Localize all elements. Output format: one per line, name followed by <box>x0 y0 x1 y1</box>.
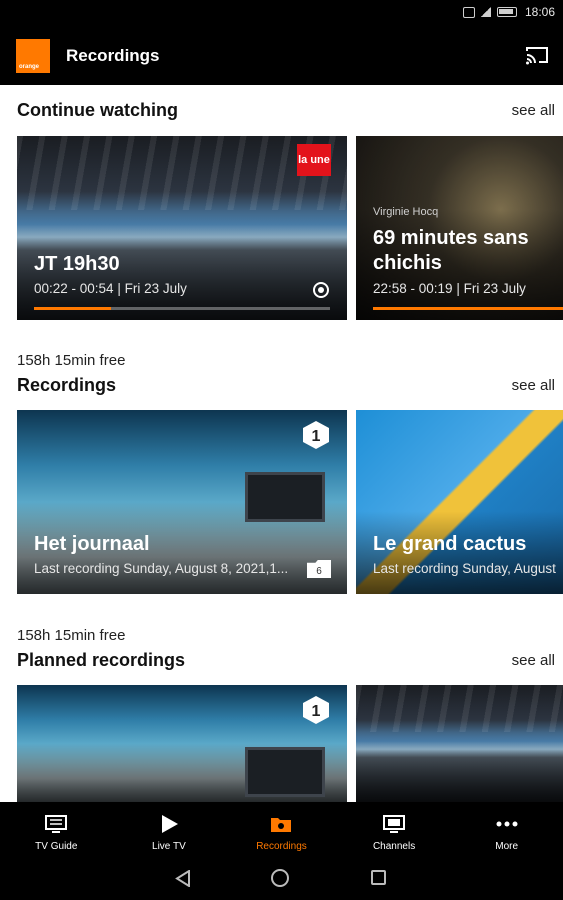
card-title: 69 minutes sans chichis <box>373 227 529 274</box>
app-bar: orange Recordings <box>0 28 563 85</box>
svg-text:1: 1 <box>312 703 321 720</box>
recording-card-le-grand-cactus[interactable]: Le grand cactus Last recording Sunday, A… <box>356 410 563 594</box>
card-title: Het journaal <box>34 533 150 555</box>
card-time: 22:58 - 00:19 | Fri 23 July <box>373 281 526 296</box>
nav-live-tv[interactable]: Live TV <box>113 802 226 856</box>
nav-label: Live TV <box>152 841 186 852</box>
studio-screen <box>245 747 325 797</box>
battery-icon <box>496 7 517 17</box>
continue-card-69-minutes[interactable]: Virginie Hocq 69 minutes sans chichis 22… <box>356 136 563 320</box>
nav-label: TV Guide <box>35 841 78 852</box>
nav-recordings[interactable]: Recordings <box>225 802 338 856</box>
recording-card-het-journaal[interactable]: 1 Het journaal Last recording Sunday, Au… <box>17 410 347 594</box>
progress-fill <box>34 307 111 310</box>
bottom-nav: TV Guide Live TV Recordings Channels Mor… <box>0 802 563 856</box>
card-kicker: Virginie Hocq <box>373 206 439 218</box>
nav-channels[interactable]: Channels <box>338 802 451 856</box>
progress-track <box>34 307 330 310</box>
planned-free-space: 158h 15min free <box>17 627 126 644</box>
card-subtitle: Last recording Sunday, August 8, 2021,1.… <box>34 561 289 576</box>
continue-card-jt[interactable]: la une JT 19h30 00:22 - 00:54 | Fri 23 J… <box>17 136 347 320</box>
home-icon[interactable] <box>271 869 289 887</box>
progress-fill <box>373 307 563 310</box>
nav-label: Recordings <box>256 841 307 852</box>
folder-count-icon: 6 <box>307 560 331 578</box>
status-time: 18:06 <box>524 5 555 19</box>
planned-see-all[interactable]: see all <box>512 652 555 669</box>
recordings-folder-icon <box>271 818 292 832</box>
recordings-free-space: 158h 15min free <box>17 352 126 369</box>
orange-logo: orange <box>16 39 50 73</box>
studio-screen <box>245 472 325 522</box>
signal-icon <box>480 7 491 17</box>
card-title: Le grand cactus <box>373 533 527 555</box>
nav-tv-guide[interactable]: TV Guide <box>0 802 113 856</box>
nav-label: Channels <box>372 841 416 852</box>
vibrate-icon <box>462 6 475 18</box>
card-subtitle: Last recording Sunday, August <box>373 561 556 576</box>
progress-track <box>373 307 563 310</box>
planned-recordings-title: Planned recordings <box>17 650 186 670</box>
cast-icon[interactable] <box>525 45 549 65</box>
continue-watching-see-all[interactable]: see all <box>512 102 555 119</box>
play-icon <box>161 815 178 833</box>
record-icon <box>313 282 329 298</box>
een-channel-icon: 1 <box>303 421 329 449</box>
more-dots-icon <box>496 821 518 827</box>
tv-guide-icon <box>45 815 68 833</box>
een-channel-icon: 1 <box>303 696 329 724</box>
planned-card-1[interactable]: 1 <box>17 685 347 802</box>
svg-text:1: 1 <box>312 428 321 445</box>
logo-text: orange <box>19 64 40 70</box>
channels-icon <box>383 815 406 833</box>
nav-label: More <box>495 841 519 852</box>
page-title: Recordings <box>66 46 160 65</box>
status-bar: 18:06 <box>0 0 563 28</box>
back-icon[interactable] <box>175 870 191 887</box>
status-icons: 18:06 <box>462 5 555 19</box>
card-title: JT 19h30 <box>34 253 120 275</box>
studio-lights <box>356 685 563 732</box>
channel-badge: la une <box>297 144 331 176</box>
system-nav-bar <box>0 856 563 900</box>
recordings-see-all[interactable]: see all <box>512 377 555 394</box>
recent-apps-icon[interactable] <box>371 870 386 885</box>
recordings-title: Recordings <box>17 375 117 395</box>
nav-more[interactable]: More <box>450 802 563 856</box>
continue-watching-title: Continue watching <box>17 100 178 120</box>
planned-card-2[interactable] <box>356 685 563 802</box>
card-time: 00:22 - 00:54 | Fri 23 July <box>34 281 187 296</box>
